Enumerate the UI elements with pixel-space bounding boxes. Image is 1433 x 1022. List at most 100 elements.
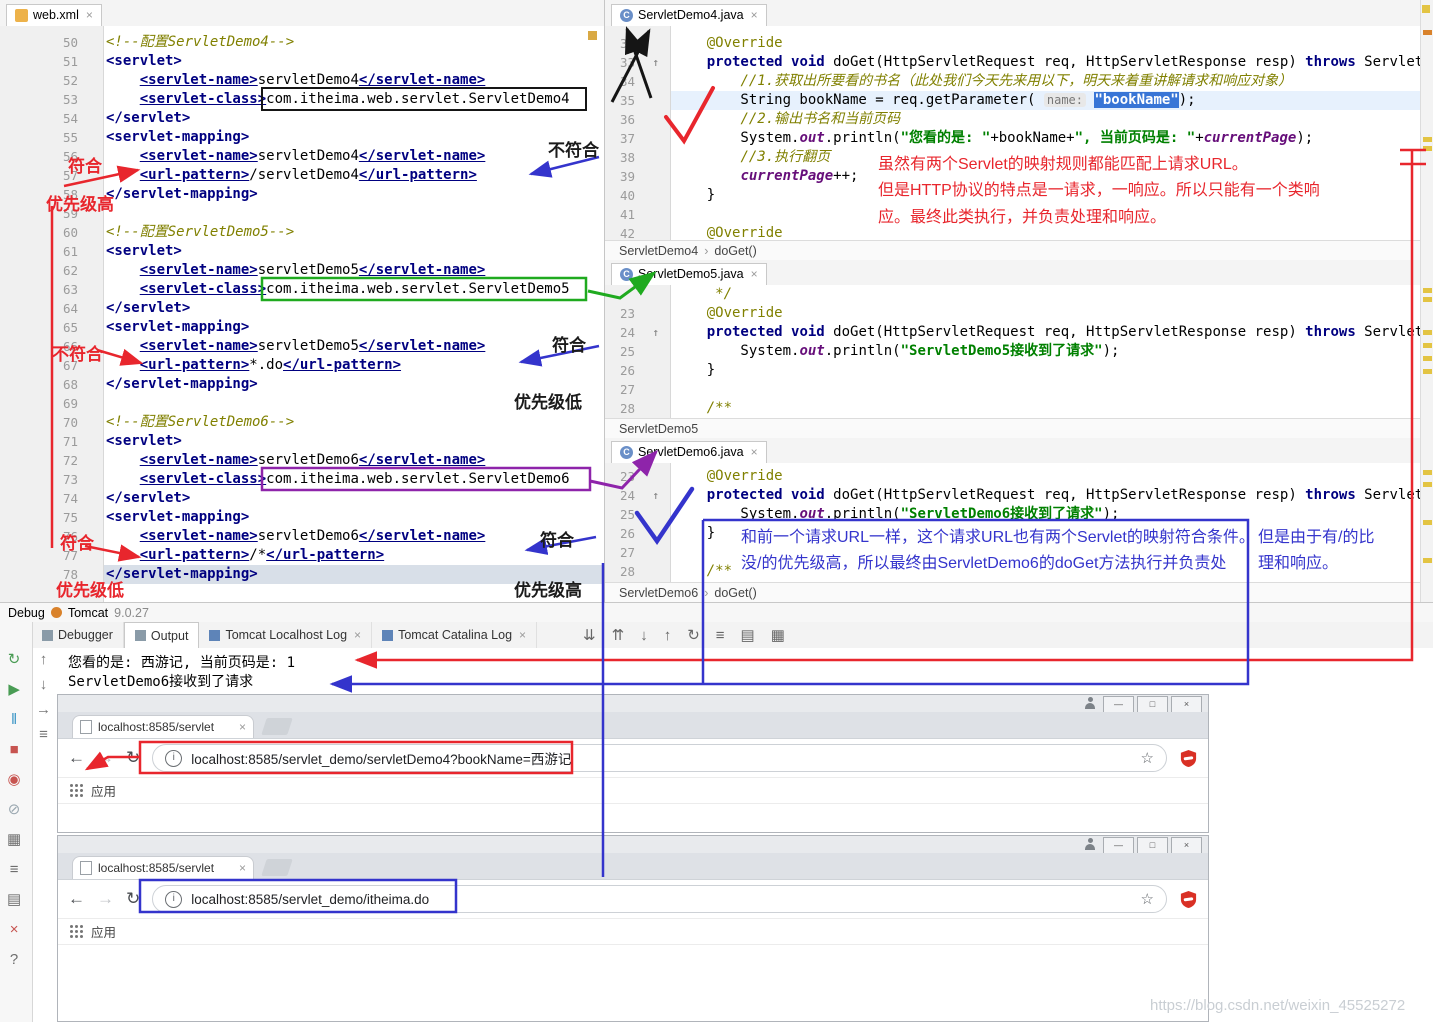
refresh-button[interactable]: ↻ xyxy=(126,889,140,909)
override-icon[interactable]: ↑ xyxy=(652,53,659,72)
code-line[interactable]: 67 <url-pattern>*.do</url-pattern> xyxy=(0,356,604,375)
apps-grid-icon[interactable] xyxy=(70,925,83,938)
code-line[interactable]: 55 <servlet-mapping> xyxy=(0,128,604,147)
maximize-button[interactable]: □ xyxy=(1137,837,1168,854)
code-line[interactable]: 57 <url-pattern>/servletDemo4</url-patte… xyxy=(0,166,604,185)
code-line[interactable]: 56 <servlet-name>servletDemo4</servlet-n… xyxy=(0,147,604,166)
code-line[interactable]: 39 currentPage++; xyxy=(605,167,1420,186)
code-line[interactable]: 23 @Override xyxy=(605,467,1420,486)
frames-up-icon[interactable]: ↑ xyxy=(40,652,48,667)
close-icon[interactable]: × xyxy=(86,8,93,22)
code-line[interactable]: 50 <!--配置ServletDemo4--> xyxy=(0,33,604,52)
apps-grid-icon[interactable] xyxy=(70,784,83,797)
pin-icon[interactable]: ▤ xyxy=(7,892,21,907)
inspection-indicator-icon[interactable] xyxy=(588,31,597,40)
code-line[interactable]: 24 ↑ protected void doGet(HttpServletRequ… xyxy=(605,486,1420,505)
code-line[interactable]: 25 System.out.println("ServletDemo5接收到了请… xyxy=(605,342,1420,361)
code-line[interactable]: 73 <servlet-class>com.itheima.web.servle… xyxy=(0,470,604,489)
close-tab-icon[interactable]: × xyxy=(239,720,246,734)
stop-icon[interactable]: ■ xyxy=(10,742,19,757)
code-line[interactable]: 60 <!--配置ServletDemo5--> xyxy=(0,223,604,242)
breadcrumb-item[interactable]: ServletDemo6 xyxy=(619,586,698,600)
error-stripe[interactable] xyxy=(1420,0,1433,602)
url-text[interactable]: localhost:8585/servlet_demo/servletDemo4… xyxy=(191,748,1131,768)
threads-icon[interactable]: ≡ xyxy=(39,727,48,742)
code-line[interactable]: 75 <servlet-mapping> xyxy=(0,508,604,527)
settings-icon[interactable]: ≡ xyxy=(10,862,19,877)
apps-label[interactable]: 应用 xyxy=(91,922,116,941)
refresh-button[interactable]: ↻ xyxy=(126,748,140,768)
help-icon[interactable]: ? xyxy=(10,952,18,967)
view-breakpoints-icon[interactable]: ◉ xyxy=(8,772,21,787)
code-line[interactable]: 28 /** xyxy=(605,562,1420,581)
browser-tab[interactable]: localhost:8585/servlet × xyxy=(72,856,254,879)
soft-wrap-icon[interactable]: ≡ xyxy=(716,628,725,643)
tab-servletdemo6[interactable]: C ServletDemo6.java × xyxy=(611,441,767,463)
tab-debugger[interactable]: Debugger xyxy=(32,622,124,648)
browser-titlebar[interactable]: — □ × xyxy=(58,836,1208,854)
servletdemo6-editor[interactable]: 23 @Override 24 ↑ protected void doGet(Htt… xyxy=(605,463,1420,586)
close-button[interactable]: × xyxy=(1171,837,1202,854)
code-line[interactable]: 72 <servlet-name>servletDemo6</servlet-n… xyxy=(0,451,604,470)
breadcrumb-item[interactable]: ServletDemo4 xyxy=(619,244,698,258)
profile-icon[interactable] xyxy=(1084,697,1096,709)
minimize-button[interactable]: — xyxy=(1103,837,1134,854)
resume-icon[interactable]: ▶ xyxy=(8,682,20,697)
code-line[interactable]: 38 //3.执行翻页 xyxy=(605,148,1420,167)
browser-titlebar[interactable]: — □ × xyxy=(58,695,1208,713)
code-line[interactable]: 52 <servlet-name>servletDemo4</servlet-n… xyxy=(0,71,604,90)
breadcrumb[interactable]: ServletDemo5 xyxy=(605,418,1433,440)
code-line[interactable]: 63 <servlet-class>com.itheima.web.servle… xyxy=(0,280,604,299)
code-line[interactable]: 59 xyxy=(0,204,604,223)
clear-all-icon[interactable]: ▦ xyxy=(771,628,785,643)
tab-servletdemo4[interactable]: C ServletDemo4.java × xyxy=(611,4,767,26)
up-the-stack-icon[interactable]: ↑ xyxy=(664,628,672,643)
code-line[interactable]: 26 } xyxy=(605,524,1420,543)
code-line[interactable]: 25 System.out.println("ServletDemo6接收到了请… xyxy=(605,505,1420,524)
pause-icon[interactable]: ‖ xyxy=(11,712,17,727)
scroll-to-end-icon[interactable]: ⇊ xyxy=(583,628,596,643)
code-line[interactable]: 27 xyxy=(605,380,1420,399)
web-xml-editor[interactable]: 50 <!--配置ServletDemo4--> 51 <servlet> 52 <se… xyxy=(0,26,604,609)
code-line[interactable]: 53 <servlet-class>com.itheima.web.servle… xyxy=(0,90,604,109)
profile-icon[interactable] xyxy=(1084,838,1096,850)
code-line[interactable]: 23 @Override xyxy=(605,304,1420,323)
address-bar[interactable]: i localhost:8585/servlet_demo/servletDem… xyxy=(152,744,1167,772)
run-to-cursor-icon[interactable]: → xyxy=(36,702,51,717)
forward-button[interactable]: → xyxy=(97,748,114,768)
frames-down-icon[interactable]: ↓ xyxy=(40,677,48,692)
breadcrumb-item[interactable]: ServletDemo5 xyxy=(619,422,698,436)
code-line[interactable]: 68 </servlet-mapping> xyxy=(0,375,604,394)
bookmark-star-icon[interactable]: ☆ xyxy=(1141,890,1154,908)
code-line[interactable]: 41 xyxy=(605,205,1420,224)
forward-button[interactable]: → xyxy=(97,889,114,909)
rerun-icon[interactable]: ↻ xyxy=(8,652,21,667)
code-line[interactable]: 74 </servlet> xyxy=(0,489,604,508)
code-line[interactable]: 70 <!--配置ServletDemo6--> xyxy=(0,413,604,432)
close-icon[interactable]: × xyxy=(751,445,758,459)
browser-tab[interactable]: localhost:8585/servlet × xyxy=(72,715,254,738)
info-icon[interactable]: i xyxy=(165,890,183,908)
code-line[interactable]: 33 ↑ protected void doGet(HttpServletRequ… xyxy=(605,53,1420,72)
minimize-button[interactable]: — xyxy=(1103,696,1134,713)
code-line[interactable]: 27 xyxy=(605,543,1420,562)
code-line[interactable]: 61 <servlet> xyxy=(0,242,604,261)
code-line[interactable]: 40 } xyxy=(605,186,1420,205)
close-icon[interactable]: × xyxy=(751,267,758,281)
scroll-to-top-icon[interactable]: ⇈ xyxy=(612,628,625,643)
breadcrumb-item[interactable]: doGet() xyxy=(714,586,756,600)
code-line[interactable]: 34 //1.获取出所要看的书名（此处我们今天先来用以下，明天来着重讲解请求和响… xyxy=(605,72,1420,91)
info-icon[interactable]: i xyxy=(165,749,183,767)
code-line[interactable]: 37 System.out.println("您看的是: "+bookName+… xyxy=(605,129,1420,148)
override-icon[interactable]: ↑ xyxy=(652,323,659,342)
close-icon[interactable]: × xyxy=(354,628,361,642)
code-line[interactable]: 36 //2.输出书名和当前页码 xyxy=(605,110,1420,129)
rerun-output-icon[interactable]: ↻ xyxy=(687,628,700,643)
close-button[interactable]: × xyxy=(1171,696,1202,713)
code-line[interactable]: 64 </servlet> xyxy=(0,299,604,318)
print-icon[interactable]: ▤ xyxy=(741,628,755,643)
bookmark-star-icon[interactable]: ☆ xyxy=(1141,749,1154,767)
servletdemo4-editor[interactable]: 32 @Override 33 ↑ protected void doGet(Htt… xyxy=(605,26,1420,248)
adblock-shield-icon[interactable] xyxy=(1179,890,1198,909)
new-tab-button[interactable] xyxy=(261,859,293,876)
